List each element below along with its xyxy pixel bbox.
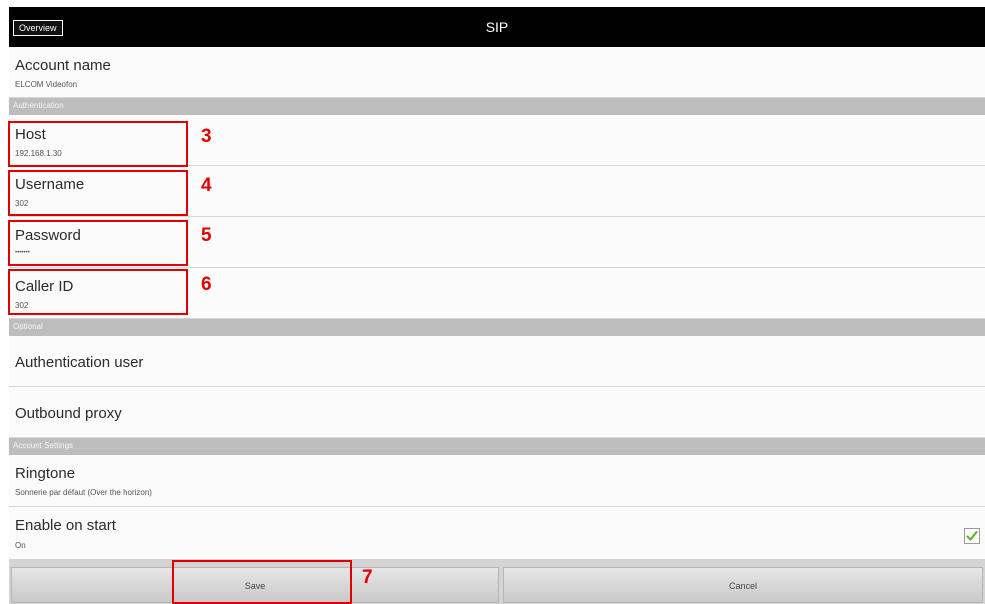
callout-number-3: 3 — [201, 126, 212, 147]
section-account-settings: Account Settings — [9, 438, 985, 455]
section-optional-label: Optional — [13, 322, 43, 331]
cancel-button[interactable]: Cancel — [503, 567, 983, 603]
ringtone-row[interactable]: Ringtone Sonnerie par défaut (Over the h… — [9, 455, 985, 507]
ringtone-label: Ringtone — [15, 465, 76, 482]
section-authentication-label: Authentication — [13, 101, 64, 110]
callout-box-username — [8, 170, 188, 216]
callout-number-5: 5 — [201, 225, 212, 246]
authentication-user-label: Authentication user — [15, 354, 144, 371]
account-name-row[interactable]: Account name ELCOM Videofon — [9, 47, 985, 98]
title-bar: SIP Overview — [9, 7, 985, 47]
enable-on-start-value: On — [15, 541, 26, 550]
callout-box-password — [8, 220, 188, 266]
account-name-value: ELCOM Videofon — [15, 80, 78, 89]
enable-on-start-row[interactable]: Enable on start On — [9, 507, 985, 559]
authentication-user-row[interactable]: Authentication user — [9, 336, 985, 387]
callout-number-7: 7 — [362, 567, 373, 588]
page-title: SIP — [485, 19, 509, 35]
callout-number-4: 4 — [201, 175, 212, 196]
section-authentication: Authentication — [9, 98, 985, 115]
section-optional: Optional — [9, 319, 985, 336]
enable-on-start-checkbox[interactable] — [964, 528, 980, 544]
callout-box-host — [8, 121, 188, 167]
enable-on-start-label: Enable on start — [15, 517, 116, 534]
callout-number-6: 6 — [201, 274, 212, 295]
overview-button[interactable]: Overview — [13, 20, 63, 36]
checkmark-icon — [966, 530, 978, 541]
section-account-settings-label: Account Settings — [13, 441, 74, 450]
callout-box-caller-id — [8, 269, 188, 315]
ringtone-value: Sonnerie par défaut (Over the horizon) — [15, 488, 152, 497]
account-name-label: Account name — [15, 57, 111, 74]
outbound-proxy-row[interactable]: Outbound proxy — [9, 387, 985, 438]
outbound-proxy-label: Outbound proxy — [15, 405, 122, 422]
callout-box-save — [172, 560, 352, 604]
button-bar: Save Cancel — [9, 559, 985, 604]
